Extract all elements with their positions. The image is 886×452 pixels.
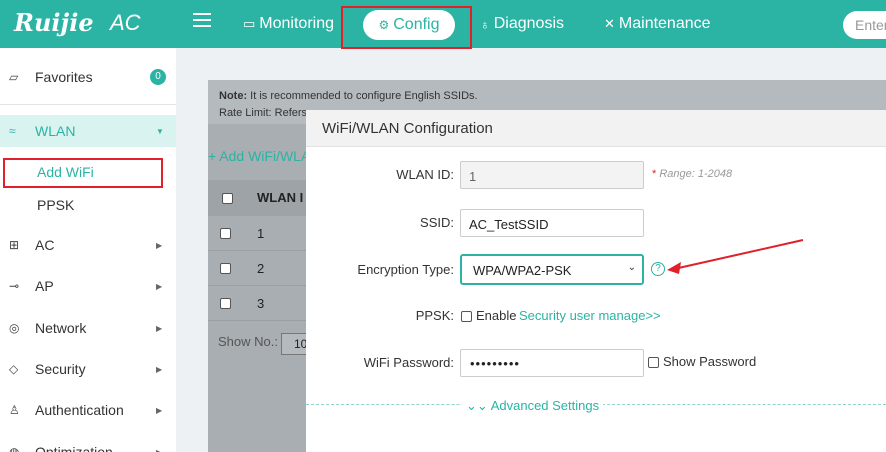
sidebar-item-security[interactable]: ◇ Security ▶ xyxy=(0,353,176,385)
wlan-id-field[interactable]: 1 xyxy=(460,161,644,189)
encryption-type-select[interactable]: WPA/WPA2-PSK ⌄ xyxy=(460,254,644,285)
caret-right-icon: ▶ xyxy=(156,447,163,452)
chevron-down-icon: ⌄ xyxy=(627,262,636,273)
caret-right-icon: ▶ xyxy=(156,405,163,415)
modal-header: WiFi/WLAN Configuration xyxy=(306,110,886,147)
ssid-label: SSID: xyxy=(420,215,454,230)
tools-icon: ✕ xyxy=(604,16,615,31)
config-highlight-box xyxy=(341,6,472,49)
wifi-password-label: WiFi Password: xyxy=(363,355,454,370)
wlan-id-label: WLAN ID: xyxy=(396,167,454,182)
ppsk-enable-label: Enable xyxy=(476,308,517,323)
divider xyxy=(0,104,176,105)
table-header: WLAN I xyxy=(208,180,308,216)
sidebar-item-ac[interactable]: ⊞ AC ▶ xyxy=(0,229,176,261)
sidebar-item-favorites[interactable]: ▱ Favorites 0 xyxy=(0,61,176,93)
nav-maintenance[interactable]: ✕ Maintenance xyxy=(604,15,711,33)
help-icon[interactable]: ? xyxy=(651,262,665,276)
encryption-type-label: Encryption Type: xyxy=(357,262,454,277)
table-row: 3 xyxy=(257,296,265,311)
divider xyxy=(208,320,308,321)
ssid-field[interactable]: AC_TestSSID xyxy=(460,209,644,237)
ppsk-label: PPSK: xyxy=(415,308,454,323)
select-all-checkbox[interactable] xyxy=(222,193,233,204)
optimize-icon: ◍ xyxy=(9,445,20,452)
search-input[interactable]: Enter xyxy=(843,11,886,39)
nav-monitoring[interactable]: ▭ Monitoring xyxy=(243,15,334,33)
ac-icon: ⊞ xyxy=(9,238,20,252)
show-password-label: Show Password xyxy=(663,354,757,369)
table-row: 1 xyxy=(257,226,265,241)
add-wifi-link[interactable]: + Add WiFi/WLA xyxy=(208,148,310,164)
sidebar-item-authentication[interactable]: ♙ Authentication ▶ xyxy=(0,394,176,426)
sidebar-item-ap[interactable]: ⊸ AP ▶ xyxy=(0,270,176,302)
add-wifi-highlight-box xyxy=(3,158,163,188)
ap-icon: ⊸ xyxy=(9,279,20,293)
nav-diagnosis[interactable]: ♁ Diagnosis xyxy=(480,15,564,33)
product-name: AC xyxy=(110,10,141,35)
row-checkbox[interactable] xyxy=(220,298,231,309)
favorites-count-badge: 0 xyxy=(150,69,166,85)
page-size-select[interactable]: 10 xyxy=(281,333,307,355)
advanced-settings-toggle[interactable]: ⌄⌄ Advanced Settings xyxy=(462,398,604,414)
row-checkbox[interactable] xyxy=(220,228,231,239)
ruijie-logo: Ruijie xyxy=(14,8,94,37)
stethoscope-icon: ♁ xyxy=(480,16,490,32)
sidebar-subitem-ppsk[interactable]: PPSK xyxy=(37,197,74,213)
modal-title: WiFi/WLAN Configuration xyxy=(322,120,493,137)
user-icon: ♙ xyxy=(9,403,20,417)
shield-icon: ◇ xyxy=(9,362,19,376)
globe-icon: ◎ xyxy=(9,321,20,335)
monitor-icon: ▭ xyxy=(243,16,256,31)
caret-right-icon: ▶ xyxy=(156,281,163,291)
caret-down-icon: ▼ xyxy=(156,126,164,136)
table-row: 2 xyxy=(257,261,265,276)
show-no-label: Show No.: xyxy=(218,334,278,349)
caret-right-icon: ▶ xyxy=(156,240,163,250)
chevron-down-icon: ⌄⌄ xyxy=(466,398,488,413)
wifi-icon: ≈ xyxy=(9,124,16,138)
caret-right-icon: ▶ xyxy=(156,323,163,333)
row-checkbox[interactable] xyxy=(220,263,231,274)
sidebar-item-network[interactable]: ◎ Network ▶ xyxy=(0,312,176,344)
folder-star-icon: ▱ xyxy=(9,70,19,84)
ppsk-enable-checkbox[interactable] xyxy=(461,311,472,322)
wifi-password-field[interactable]: ••••••••• xyxy=(460,349,644,377)
divider xyxy=(208,250,308,251)
show-password-checkbox[interactable] xyxy=(648,357,659,368)
caret-right-icon: ▶ xyxy=(156,364,163,374)
security-user-manage-link[interactable]: Security user manage>> xyxy=(519,308,661,323)
menu-toggle-icon[interactable] xyxy=(193,13,211,31)
sidebar-item-optimization[interactable]: ◍ Optimization ▶ xyxy=(0,436,176,452)
sidebar-item-wlan[interactable]: ≈ WLAN ▼ xyxy=(0,115,176,147)
range-hint: * Range: 1-2048 xyxy=(652,168,733,180)
divider xyxy=(208,285,308,286)
